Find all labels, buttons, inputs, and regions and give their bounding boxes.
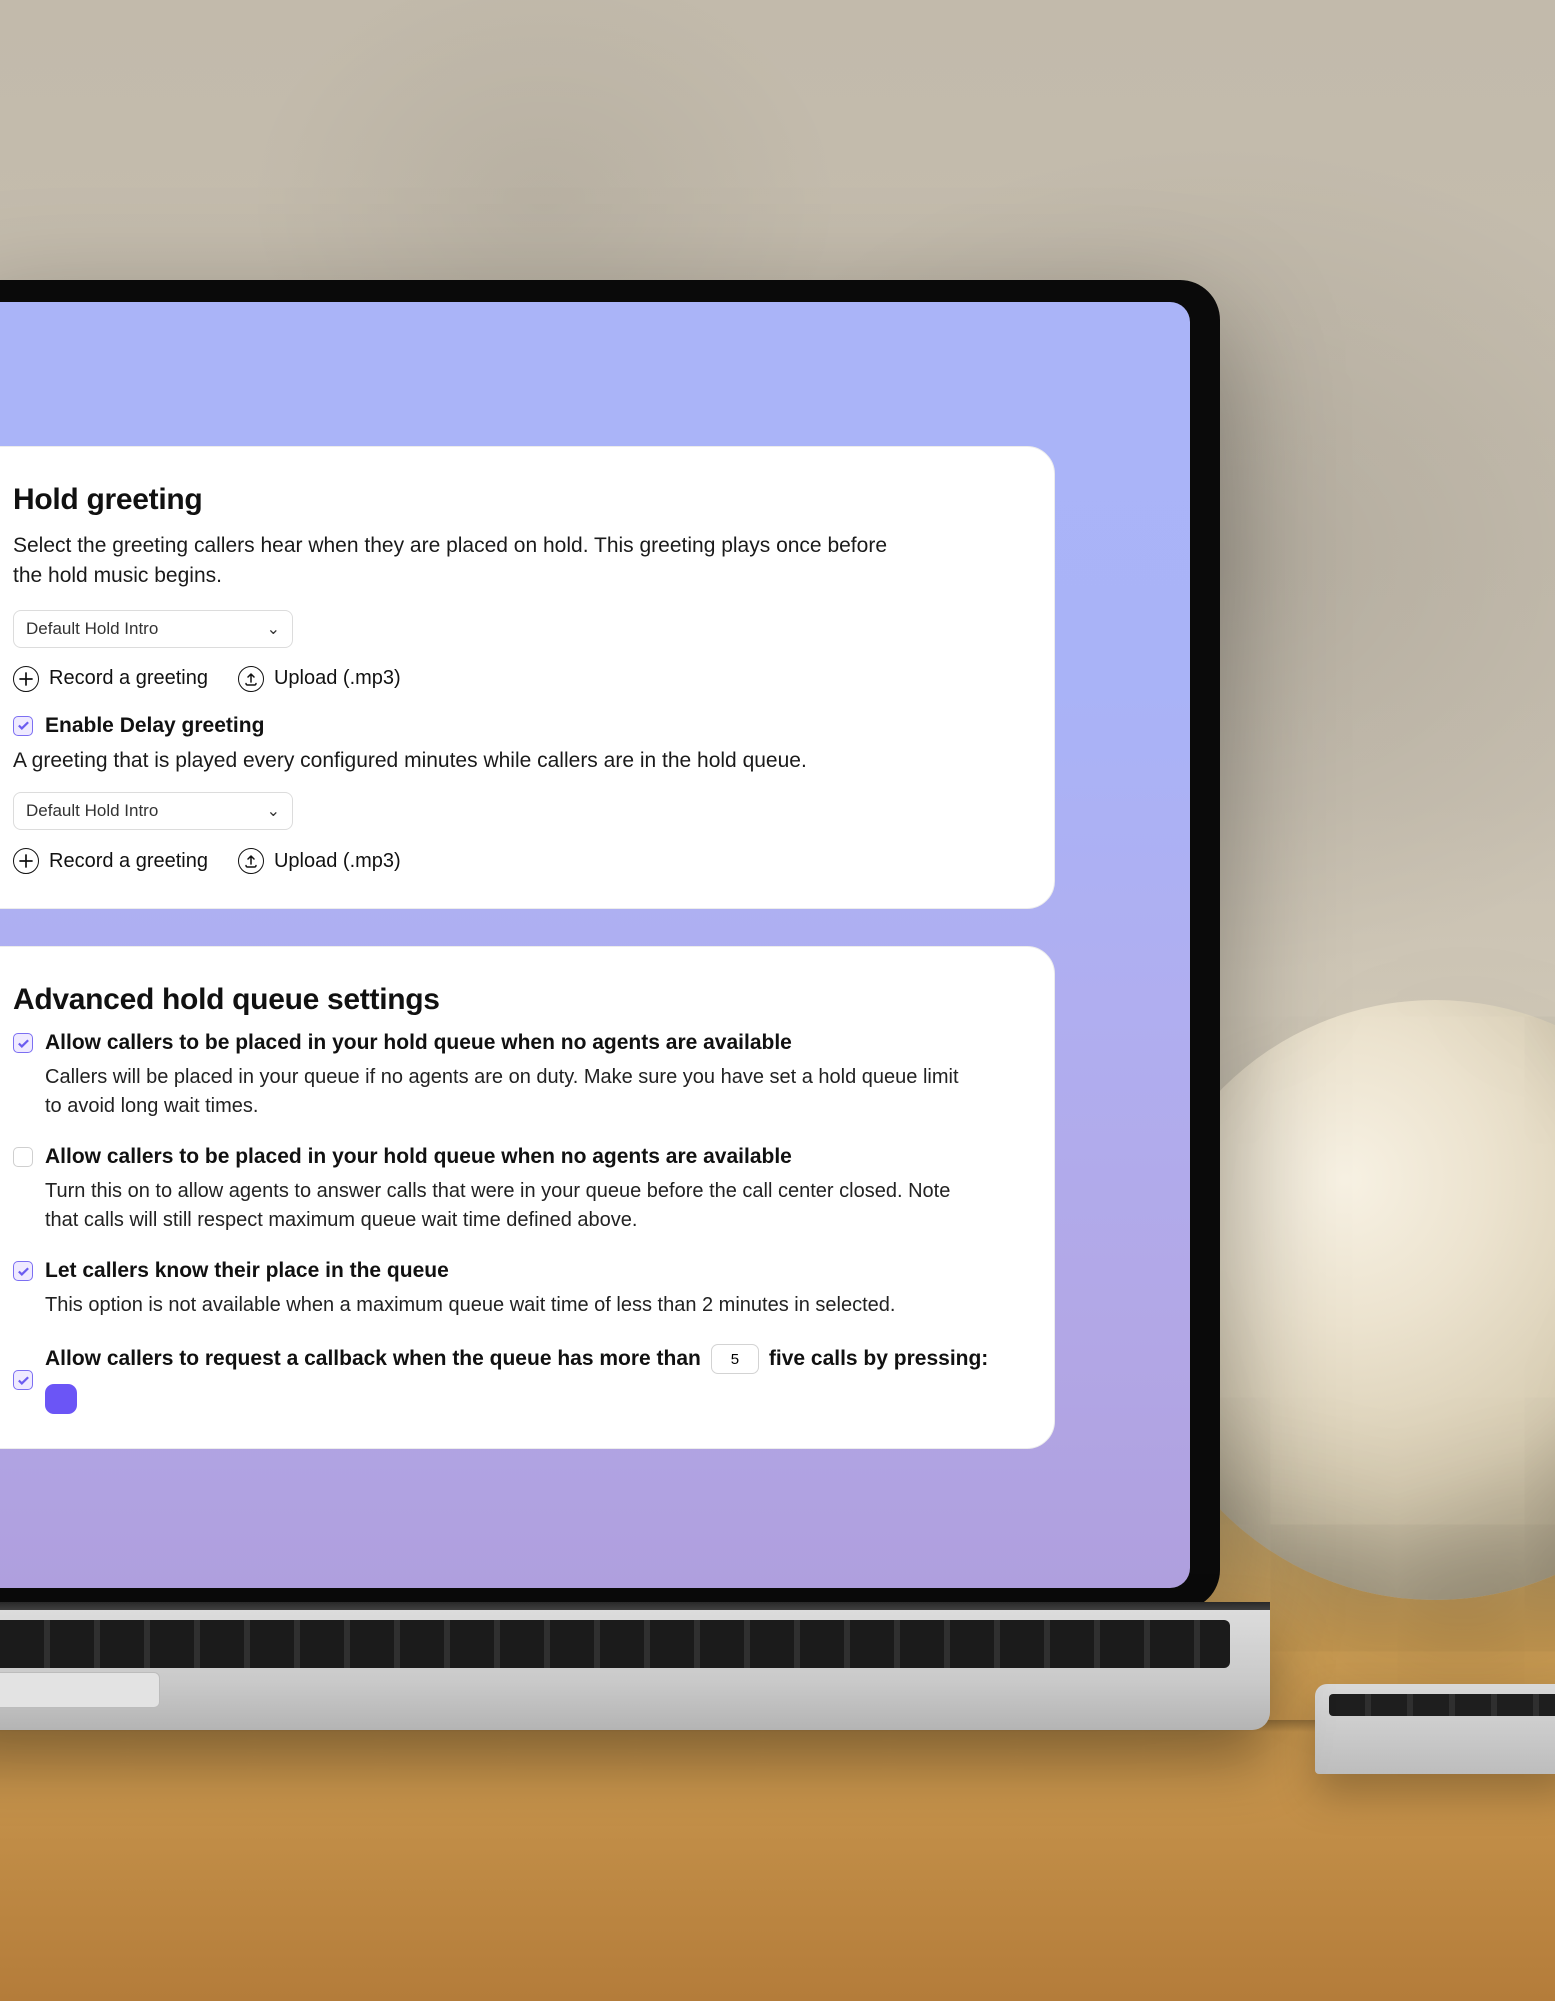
plus-icon <box>13 666 39 692</box>
allow-hold-after-close-checkbox[interactable] <box>13 1147 33 1167</box>
callback-request-checkbox[interactable] <box>13 1370 33 1390</box>
plus-icon <box>13 848 39 874</box>
laptop-screen: Hold greeting Select the greeting caller… <box>0 302 1190 1588</box>
advanced-settings-title: Advanced hold queue settings <box>13 983 1002 1017</box>
allow-hold-no-agents-row: Allow callers to be placed in your hold … <box>13 1031 1002 1055</box>
hold-greeting-select-value: Default Hold Intro <box>26 619 158 639</box>
laptop: Hold greeting Select the greeting caller… <box>0 280 1250 1780</box>
queue-place-label: Let callers know their place in the queu… <box>45 1259 449 1283</box>
record-greeting-button[interactable]: Record a greeting <box>13 666 208 692</box>
enable-delay-greeting-label: Enable Delay greeting <box>45 714 264 738</box>
allow-hold-after-close-label: Allow callers to be placed in your hold … <box>45 1145 792 1169</box>
callback-request-inline: Allow callers to request a callback when… <box>45 1344 1002 1414</box>
delay-greeting-actions: Record a greeting Upload (.mp3) <box>13 848 1002 874</box>
trackpad <box>0 1672 160 1708</box>
secondary-device <box>1315 1684 1555 1774</box>
upload-icon <box>238 666 264 692</box>
allow-hold-after-close-row: Allow callers to be placed in your hold … <box>13 1145 1002 1169</box>
allow-hold-after-close-sub: Turn this on to allow agents to answer c… <box>45 1177 965 1235</box>
advanced-settings-card: Advanced hold queue settings Allow calle… <box>0 946 1055 1449</box>
enable-delay-greeting-checkbox[interactable] <box>13 716 33 736</box>
upload-icon <box>238 848 264 874</box>
hold-greeting-select[interactable]: Default Hold Intro ⌄ <box>13 610 293 648</box>
upload-mp3-label: Upload (.mp3) <box>274 667 401 690</box>
keyboard-keys <box>0 1620 1230 1668</box>
callback-request-label-pre: Allow callers to request a callback when… <box>45 1347 701 1371</box>
chevron-down-icon: ⌄ <box>267 619 280 639</box>
queue-place-row: Let callers know their place in the queu… <box>13 1259 1002 1283</box>
allow-hold-no-agents-sub: Callers will be placed in your queue if … <box>45 1063 965 1121</box>
queue-place-sub: This option is not available when a maxi… <box>45 1291 965 1320</box>
record-greeting-label: Record a greeting <box>49 667 208 690</box>
callback-key-chip[interactable] <box>45 1384 77 1414</box>
upload-mp3-button-2[interactable]: Upload (.mp3) <box>238 848 401 874</box>
callback-request-row: Allow callers to request a callback when… <box>13 1344 1002 1414</box>
record-greeting-label-2: Record a greeting <box>49 850 208 873</box>
allow-hold-no-agents-label: Allow callers to be placed in your hold … <box>45 1031 792 1055</box>
delay-greeting-select[interactable]: Default Hold Intro ⌄ <box>13 792 293 830</box>
upload-mp3-button[interactable]: Upload (.mp3) <box>238 666 401 692</box>
enable-delay-greeting-row: Enable Delay greeting <box>13 714 1002 738</box>
laptop-keyboard-deck <box>0 1610 1270 1730</box>
callback-request-label-post: five calls by pressing: <box>769 1347 988 1371</box>
allow-hold-no-agents-checkbox[interactable] <box>13 1033 33 1053</box>
hold-greeting-actions: Record a greeting Upload (.mp3) <box>13 666 1002 692</box>
queue-place-checkbox[interactable] <box>13 1261 33 1281</box>
chevron-down-icon: ⌄ <box>267 801 280 821</box>
callback-threshold-input[interactable] <box>711 1344 759 1374</box>
delay-greeting-select-value: Default Hold Intro <box>26 801 158 821</box>
record-greeting-button-2[interactable]: Record a greeting <box>13 848 208 874</box>
upload-mp3-label-2: Upload (.mp3) <box>274 850 401 873</box>
delay-greeting-description: A greeting that is played every configur… <box>13 746 913 776</box>
hold-greeting-card: Hold greeting Select the greeting caller… <box>0 446 1055 909</box>
hold-greeting-description: Select the greeting callers hear when th… <box>13 531 913 592</box>
hold-greeting-title: Hold greeting <box>13 483 1002 517</box>
